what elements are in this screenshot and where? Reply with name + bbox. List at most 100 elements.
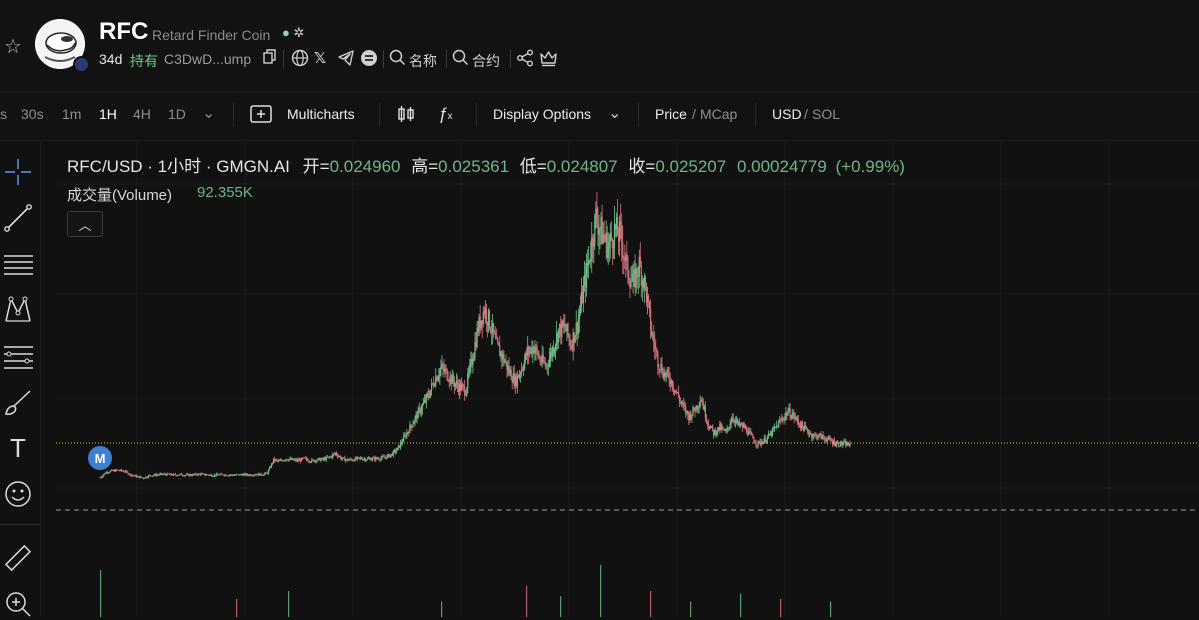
telegram-icon[interactable] (337, 49, 355, 69)
candle-body (363, 458, 366, 460)
candle-body (759, 441, 761, 445)
event-marker[interactable]: M (88, 446, 112, 470)
token-age: 34d (99, 51, 123, 67)
candle-body (646, 296, 649, 303)
display-options-button[interactable]: Display Options (493, 106, 591, 122)
candle-body (568, 335, 570, 339)
holders-label[interactable]: 持有 (130, 51, 158, 71)
candle-body (140, 476, 142, 478)
candle-body (570, 345, 572, 348)
ruler-icon[interactable] (2, 542, 34, 574)
contract-address[interactable]: C3DwD...ump (164, 51, 251, 67)
candle-body (768, 433, 771, 436)
candle-body (756, 444, 758, 446)
horizontal-lines-icon[interactable] (2, 248, 34, 280)
candle-body (751, 433, 753, 435)
indicators-icon[interactable]: ƒx (438, 104, 452, 124)
candle-body (308, 461, 310, 462)
copy-icon[interactable] (263, 49, 277, 69)
collapse-legend-button[interactable]: ︿ (67, 211, 103, 237)
candle-body (706, 421, 709, 425)
interval-1d[interactable]: 1D (168, 106, 186, 122)
candle-body (172, 473, 174, 476)
candle-body (450, 375, 452, 384)
candle-body (204, 474, 206, 476)
chevron-down-icon[interactable]: ⌄ (202, 103, 215, 123)
candle-body (390, 453, 392, 456)
candle-body (198, 473, 200, 475)
candle-body (228, 474, 230, 476)
candle-body (109, 470, 111, 473)
mcap-toggle[interactable]: MCap (700, 106, 737, 122)
candle-body (138, 476, 140, 479)
candle-body (726, 428, 728, 432)
candle-body (720, 424, 722, 430)
candle-body (597, 222, 599, 235)
interval-seconds[interactable]: s (0, 106, 7, 122)
candle-body (784, 415, 786, 420)
candle-body (652, 334, 654, 336)
trend-line-icon[interactable] (2, 202, 34, 234)
chevron-down-icon[interactable]: ⌄ (608, 103, 621, 123)
candle-body (598, 230, 600, 235)
star-icon[interactable]: ☆ (4, 34, 22, 59)
add-chart-icon[interactable] (250, 105, 272, 128)
search-icon[interactable] (389, 49, 406, 69)
candle-body (157, 474, 159, 476)
candle-body (197, 473, 199, 476)
bug-icon: ✲ (293, 25, 305, 40)
crown-icon[interactable] (539, 49, 558, 69)
usd-toggle[interactable]: USD (772, 106, 802, 122)
volume-bar (560, 596, 562, 617)
interval-30s[interactable]: 30s (21, 106, 44, 122)
candle-body (780, 420, 782, 422)
interval-1m[interactable]: 1m (62, 106, 81, 122)
candle-body (482, 311, 484, 325)
brush-icon[interactable] (2, 386, 34, 418)
zoom-in-icon[interactable] (2, 588, 34, 620)
sol-toggle[interactable]: SOL (812, 106, 840, 122)
globe-icon[interactable] (291, 49, 309, 69)
candle-body (662, 373, 664, 378)
toolbar-separator (638, 103, 639, 127)
crosshair-icon[interactable] (2, 156, 34, 188)
search-by-name[interactable]: 名称 (409, 51, 437, 71)
candle-body (584, 275, 587, 288)
interval-4h[interactable]: 4H (133, 106, 151, 122)
candles-icon[interactable] (396, 104, 416, 129)
candle-body (611, 239, 613, 249)
candle-body (447, 379, 449, 381)
bar-icon[interactable] (360, 49, 378, 69)
interval-1h[interactable]: 1H (99, 106, 117, 122)
x-icon[interactable]: 𝕏 (314, 49, 326, 69)
price-toggle[interactable]: Price (655, 106, 687, 122)
candle-body (471, 358, 473, 365)
fib-retracement-icon[interactable] (2, 340, 34, 372)
candle-body (106, 472, 108, 473)
candle-body (512, 373, 514, 383)
candle-body (144, 476, 147, 479)
candle-body (817, 436, 819, 439)
candle-body (466, 388, 468, 396)
pattern-icon[interactable] (2, 294, 34, 326)
text-tool-icon[interactable]: T (2, 432, 34, 464)
candle-body (457, 385, 460, 393)
price-chart[interactable] (40, 142, 1199, 617)
search-icon[interactable] (452, 49, 469, 69)
candle-body (837, 442, 839, 444)
candle-body (445, 369, 447, 370)
candle-body (742, 425, 745, 428)
candle-body (183, 475, 185, 477)
candle-body (687, 410, 689, 415)
search-by-contract[interactable]: 合约 (472, 51, 500, 71)
candle-body (176, 475, 179, 477)
candle-body (369, 458, 371, 460)
share-icon[interactable] (516, 49, 534, 69)
multicharts-button[interactable]: Multicharts (287, 106, 355, 122)
candle-body (494, 332, 496, 334)
candle-body (745, 427, 747, 429)
candle-body (676, 392, 679, 394)
emoji-icon[interactable] (2, 478, 34, 510)
candle-body (375, 457, 377, 460)
candle-body (834, 444, 837, 446)
